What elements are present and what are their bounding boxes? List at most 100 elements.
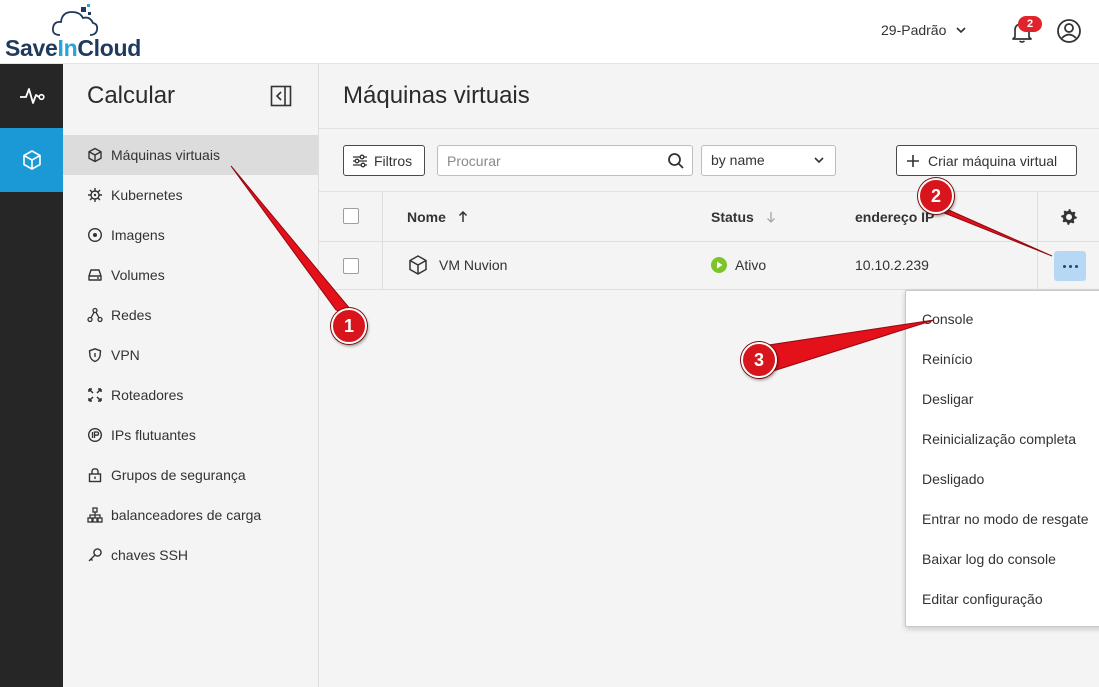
- chevron-down-icon: [956, 27, 966, 34]
- gear-icon[interactable]: [1060, 208, 1078, 226]
- sidebar-item-floating-ips[interactable]: IPs flutuantes: [63, 415, 318, 455]
- column-settings-cell: [1037, 192, 1099, 241]
- create-vm-label: Criar máquina virtual: [928, 152, 1058, 169]
- sort-ascending-icon: [458, 211, 467, 222]
- column-divider: [382, 192, 383, 241]
- rail-item-compute[interactable]: [0, 128, 63, 192]
- project-selector[interactable]: 29-Padrão: [881, 22, 966, 38]
- sidebar-title: Calcular: [87, 82, 176, 109]
- column-header-ip[interactable]: endereço IP: [855, 209, 934, 225]
- sidebar-item-label: Roteadores: [111, 387, 184, 403]
- vm-status-cell: Ativo: [711, 257, 766, 273]
- sidebar-nav: Máquinas virtuais Kubernetes Imagens Vol…: [63, 135, 318, 575]
- sidebar-item-label: Volumes: [111, 267, 165, 283]
- app-rail: [0, 64, 63, 687]
- sort-select[interactable]: by name: [701, 145, 836, 176]
- sidebar-item-label: VPN: [111, 347, 140, 363]
- sidebar-item-routers[interactable]: Roteadores: [63, 375, 318, 415]
- app-root: SaveInCloud 29-Padrão 2 Calcular Máquina…: [0, 0, 1099, 687]
- top-header: SaveInCloud 29-Padrão 2: [0, 0, 1099, 64]
- select-all-checkbox[interactable]: [343, 208, 359, 224]
- sliders-icon: [353, 154, 367, 167]
- filters-button[interactable]: Filtros: [343, 145, 425, 176]
- sidebar-item-volumes[interactable]: Volumes: [63, 255, 318, 295]
- network-icon: [87, 307, 103, 323]
- drive-icon: [87, 267, 103, 283]
- create-vm-button[interactable]: Criar máquina virtual: [896, 145, 1077, 176]
- menu-item-hard-reboot[interactable]: Reinicialização completa: [906, 419, 1099, 459]
- saveincloud-logo[interactable]: SaveInCloud: [4, 4, 149, 61]
- sort-descending-icon: [766, 212, 775, 223]
- menu-item-console-log[interactable]: Baixar log do console: [906, 539, 1099, 579]
- sidebar-item-kubernetes[interactable]: Kubernetes: [63, 175, 318, 215]
- menu-item-console[interactable]: Console: [906, 299, 1099, 339]
- cube-icon: [87, 147, 103, 163]
- floating-ip-icon: [87, 427, 103, 443]
- user-account-icon[interactable]: [1056, 18, 1082, 44]
- menu-item-shutdown[interactable]: Desligar: [906, 379, 1099, 419]
- sidebar-item-security-groups[interactable]: Grupos de segurança: [63, 455, 318, 495]
- column-header-label: Nome: [407, 209, 446, 225]
- search-input[interactable]: [438, 146, 658, 175]
- activity-pulse-icon: [19, 88, 45, 104]
- menu-item-power-off[interactable]: Desligado: [906, 459, 1099, 499]
- disc-icon: [87, 227, 103, 243]
- column-divider: [382, 242, 383, 289]
- notification-badge: 2: [1018, 16, 1042, 32]
- vm-status-label: Ativo: [735, 257, 767, 273]
- annotation-marker-1: 1: [331, 308, 367, 344]
- annotation-marker-2: 2: [918, 178, 954, 214]
- sidebar-item-label: Kubernetes: [111, 187, 183, 203]
- sidebar-item-virtual-machines[interactable]: Máquinas virtuais: [63, 135, 318, 175]
- column-header-label: Status: [711, 209, 754, 225]
- sidebar-item-vpn[interactable]: VPN: [63, 335, 318, 375]
- collapse-sidebar-icon[interactable]: [269, 84, 293, 108]
- chevron-down-icon: [814, 157, 824, 164]
- filters-label: Filtros: [374, 152, 413, 169]
- sidebar-item-networks[interactable]: Redes: [63, 295, 318, 335]
- rail-item-monitoring[interactable]: [0, 64, 63, 128]
- menu-item-reboot[interactable]: Reinício: [906, 339, 1099, 379]
- search-icon[interactable]: [667, 152, 685, 170]
- sidebar-item-label: IPs flutuantes: [111, 427, 196, 443]
- router-icon: [87, 387, 103, 403]
- cube-icon: [409, 255, 427, 275]
- play-status-icon: [711, 257, 727, 273]
- more-dots-icon: [1062, 264, 1066, 268]
- sidebar-item-label: balanceadores de carga: [111, 507, 262, 523]
- table-header: Nome Status endereço IP: [319, 192, 1099, 242]
- vm-name-link[interactable]: VM Nuvion: [439, 257, 507, 273]
- plus-icon: [907, 154, 919, 167]
- vm-ip-value: 10.10.2.239: [855, 257, 929, 273]
- project-name: 29-Padrão: [881, 22, 947, 38]
- logo-wordmark: SaveInCloud: [5, 35, 142, 61]
- toolbar: Filtros by name Criar máquina virtual: [319, 128, 1099, 192]
- table-row[interactable]: VM Nuvion Ativo 10.10.2.239: [319, 242, 1099, 290]
- vm-ip-cell: 10.10.2.239: [855, 257, 929, 273]
- sidebar-item-label: Máquinas virtuais: [111, 147, 220, 163]
- column-header-status[interactable]: Status: [711, 209, 776, 225]
- kubernetes-icon: [87, 187, 103, 203]
- search-box: [437, 145, 693, 176]
- cube-icon: [22, 150, 41, 170]
- sidebar-item-label: Imagens: [111, 227, 165, 243]
- sidebar-item-images[interactable]: Imagens: [63, 215, 318, 255]
- sort-value: by name: [711, 152, 765, 168]
- vm-actions-menu: Console Reinício Desligar Reinicializaçã…: [905, 290, 1099, 627]
- column-header-name[interactable]: Nome: [407, 209, 468, 225]
- sidebar-item-ssh-keys[interactable]: chaves SSH: [63, 535, 318, 575]
- compute-sidebar: Calcular Máquinas virtuais Kubernetes Im…: [63, 64, 319, 687]
- page-title: Máquinas virtuais: [343, 82, 530, 109]
- menu-item-edit-config[interactable]: Editar configuração: [906, 579, 1099, 619]
- sidebar-item-label: Grupos de segurança: [111, 467, 246, 483]
- sidebar-item-label: Redes: [111, 307, 152, 323]
- menu-item-rescue-mode[interactable]: Entrar no modo de resgate: [906, 499, 1099, 539]
- sidebar-item-load-balancers[interactable]: balanceadores de carga: [63, 495, 318, 535]
- sidebar-item-label: chaves SSH: [111, 547, 189, 563]
- annotation-marker-3: 3: [741, 342, 777, 378]
- key-icon: [87, 547, 103, 563]
- row-checkbox[interactable]: [343, 258, 359, 274]
- shield-icon: [87, 347, 103, 363]
- column-header-label: endereço IP: [855, 209, 935, 225]
- row-actions-button[interactable]: [1054, 251, 1086, 281]
